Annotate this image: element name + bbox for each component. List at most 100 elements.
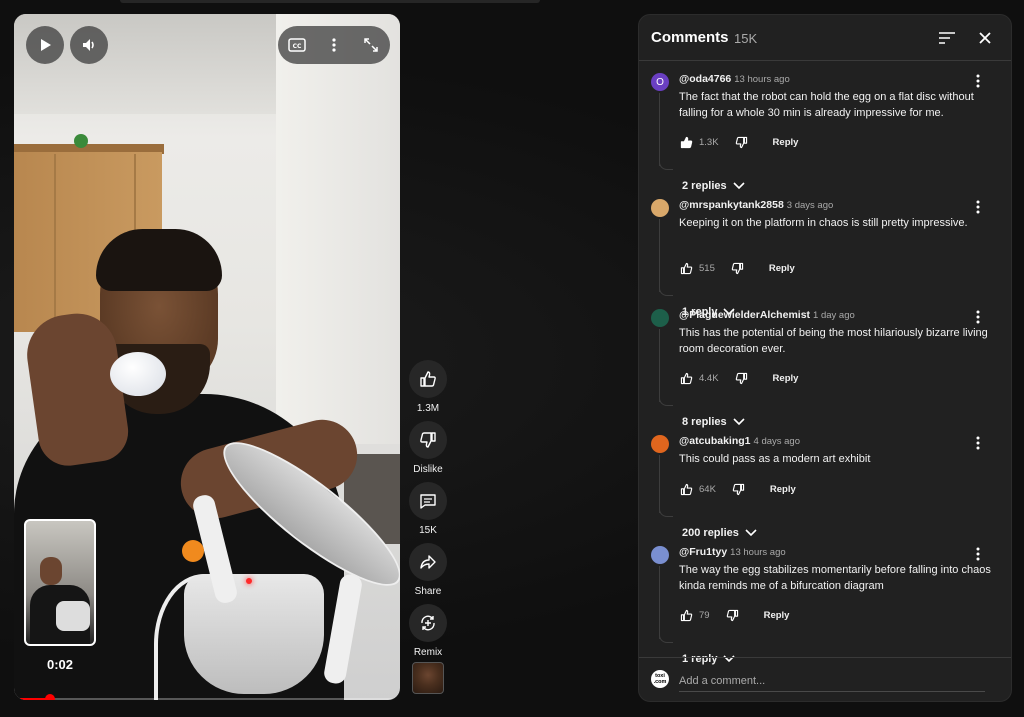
- fullscreen-button[interactable]: [356, 30, 386, 60]
- comment-dislike-button[interactable]: [731, 261, 745, 275]
- comment-time: 13 hours ago: [730, 547, 786, 558]
- dislike-action: Dislike: [408, 421, 448, 475]
- view-replies-button[interactable]: 2 replies: [682, 180, 745, 192]
- add-comment-input[interactable]: [679, 670, 985, 692]
- view-replies-button[interactable]: 200 replies: [682, 527, 757, 539]
- commenter-avatar-letter: O: [656, 76, 664, 88]
- more-vertical-icon: [332, 38, 336, 52]
- channel-avatar[interactable]: [412, 662, 444, 694]
- comment-like-button[interactable]: [679, 135, 693, 149]
- comments-panel: Comments 15K O @oda4766 13 hours ago The …: [638, 14, 1012, 702]
- thumbnail-robot: [56, 601, 90, 631]
- more-vertical-icon: [976, 436, 980, 450]
- comment-reply-button[interactable]: Reply: [773, 137, 799, 148]
- video-timestamp: 0:02: [47, 657, 74, 672]
- video-scene-egg: [110, 352, 166, 396]
- close-comments-button[interactable]: [973, 26, 997, 50]
- comment-more-button[interactable]: [971, 73, 985, 89]
- thread-line: [659, 329, 660, 402]
- comment-time: 13 hours ago: [734, 74, 790, 85]
- view-replies-button[interactable]: 8 replies: [682, 416, 745, 428]
- comment-actions: 1.3K Reply: [679, 135, 798, 149]
- thumbs-down-icon: [732, 262, 744, 274]
- commenter-handle[interactable]: @mrspankytank2858: [679, 199, 784, 211]
- comment-actions: 515 Reply: [679, 261, 795, 275]
- like-count: 1.3M: [416, 403, 440, 414]
- comment-reply-button[interactable]: Reply: [770, 484, 796, 495]
- video-scene-plant: [74, 134, 88, 148]
- comment-dislike-button[interactable]: [726, 608, 740, 622]
- comments-button[interactable]: [409, 482, 447, 520]
- video-scene-detail: [54, 154, 56, 330]
- comment-reply-button[interactable]: Reply: [769, 263, 795, 274]
- comments-total-count: 15K: [734, 31, 758, 46]
- volume-button[interactable]: [70, 26, 108, 64]
- comment-more-button[interactable]: [971, 199, 985, 215]
- commenter-avatar[interactable]: [651, 199, 669, 217]
- comment-more-button[interactable]: [971, 546, 985, 562]
- thumbs-up-icon: [680, 483, 692, 495]
- more-vertical-icon: [976, 310, 980, 324]
- play-button[interactable]: [26, 26, 64, 64]
- chevron-down-icon: [733, 418, 745, 426]
- comment-like-button[interactable]: [679, 261, 693, 275]
- sort-icon: [939, 32, 955, 44]
- commenter-avatar[interactable]: [651, 309, 669, 327]
- comment-text: This has the potential of being the most…: [679, 327, 988, 355]
- like-button[interactable]: [409, 360, 447, 398]
- closed-captions-icon: CC: [287, 38, 306, 52]
- comment-reply-button[interactable]: Reply: [764, 610, 790, 621]
- thread-line: [659, 93, 660, 166]
- commenter-handle[interactable]: @oda4766: [679, 73, 731, 85]
- commenter-avatar[interactable]: [651, 546, 669, 564]
- comment-dislike-button[interactable]: [735, 135, 749, 149]
- share-label: Share: [414, 586, 442, 597]
- comment-like-button[interactable]: [679, 371, 693, 385]
- comments-header: Comments 15K: [639, 15, 1011, 61]
- more-vertical-icon: [976, 200, 980, 214]
- commenter-avatar[interactable]: [651, 435, 669, 453]
- comment-dislike-button[interactable]: [732, 482, 746, 496]
- commenter-handle[interactable]: @atcubaking1: [679, 435, 751, 447]
- comment-like-count: 4.4K: [699, 372, 719, 384]
- thread-line: [659, 455, 660, 513]
- user-avatar: toxi .com: [651, 670, 669, 688]
- video-scene-ball: [182, 540, 204, 562]
- more-options-button[interactable]: [319, 30, 349, 60]
- dislike-button[interactable]: [409, 421, 447, 459]
- progress-bar[interactable]: [20, 694, 392, 700]
- remix-button[interactable]: [409, 604, 447, 642]
- commenter-handle[interactable]: @Fru1tyy: [679, 546, 727, 558]
- comment-text: Keeping it on the platform in chaos is s…: [679, 217, 968, 229]
- comment-text: This could pass as a modern art exhibit: [679, 453, 871, 465]
- commenter-avatar[interactable]: O: [651, 73, 669, 91]
- replies-count: 200 replies: [682, 527, 739, 539]
- thumbs-down-icon: [735, 136, 748, 148]
- video-thumbnail-preview[interactable]: [24, 519, 96, 646]
- comment-more-button[interactable]: [971, 435, 985, 451]
- comment-like-count: 79: [699, 609, 710, 621]
- close-icon: [979, 32, 991, 44]
- chevron-down-icon: [745, 529, 757, 537]
- thumbs-up-icon: [680, 372, 692, 384]
- chevron-down-icon: [733, 182, 745, 190]
- comment-dislike-button[interactable]: [735, 371, 749, 385]
- commenter-handle[interactable]: @PlaguewielderAlchemist: [679, 309, 810, 321]
- comment-like-button[interactable]: [679, 608, 693, 622]
- thumbs-up-icon: [420, 371, 436, 387]
- replies-count: 8 replies: [682, 416, 727, 428]
- share-icon: [420, 555, 436, 569]
- sort-comments-button[interactable]: [935, 26, 959, 50]
- like-action: 1.3M: [408, 360, 448, 414]
- comments-action: 15K: [408, 482, 448, 536]
- captions-button[interactable]: CC: [282, 30, 312, 60]
- share-button[interactable]: [409, 543, 447, 581]
- comment-more-button[interactable]: [971, 309, 985, 325]
- shorts-page: CC 0:02 1.3M Dislike 15K Share Remix Com…: [0, 0, 1024, 717]
- thumbs-down-icon: [420, 432, 436, 448]
- progress-scrubber[interactable]: [44, 694, 55, 700]
- comment-reply-button[interactable]: Reply: [773, 373, 799, 384]
- comment-header: @atcubaking1 4 days ago: [679, 435, 800, 447]
- more-vertical-icon: [976, 547, 980, 561]
- comment-like-button[interactable]: [679, 482, 693, 496]
